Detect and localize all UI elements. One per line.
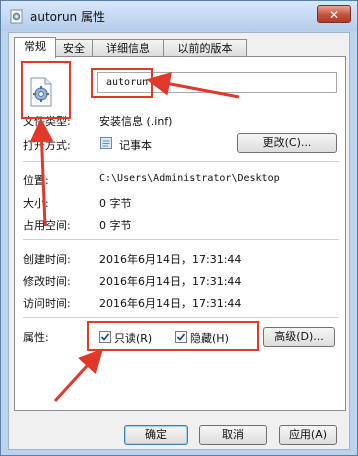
properties-window: autorun 属性 ✕ 常规 安全 详细信息 以前的版本 autorun 文件… (0, 0, 358, 456)
arrow-to-file-name (146, 72, 240, 99)
annotation-arrows (29, 72, 240, 403)
arrow-to-file-icon (29, 118, 54, 227)
tab-general[interactable]: 常规 (14, 37, 56, 58)
arrow-to-attributes (53, 348, 104, 403)
tab-label: 常规 (24, 40, 46, 53)
